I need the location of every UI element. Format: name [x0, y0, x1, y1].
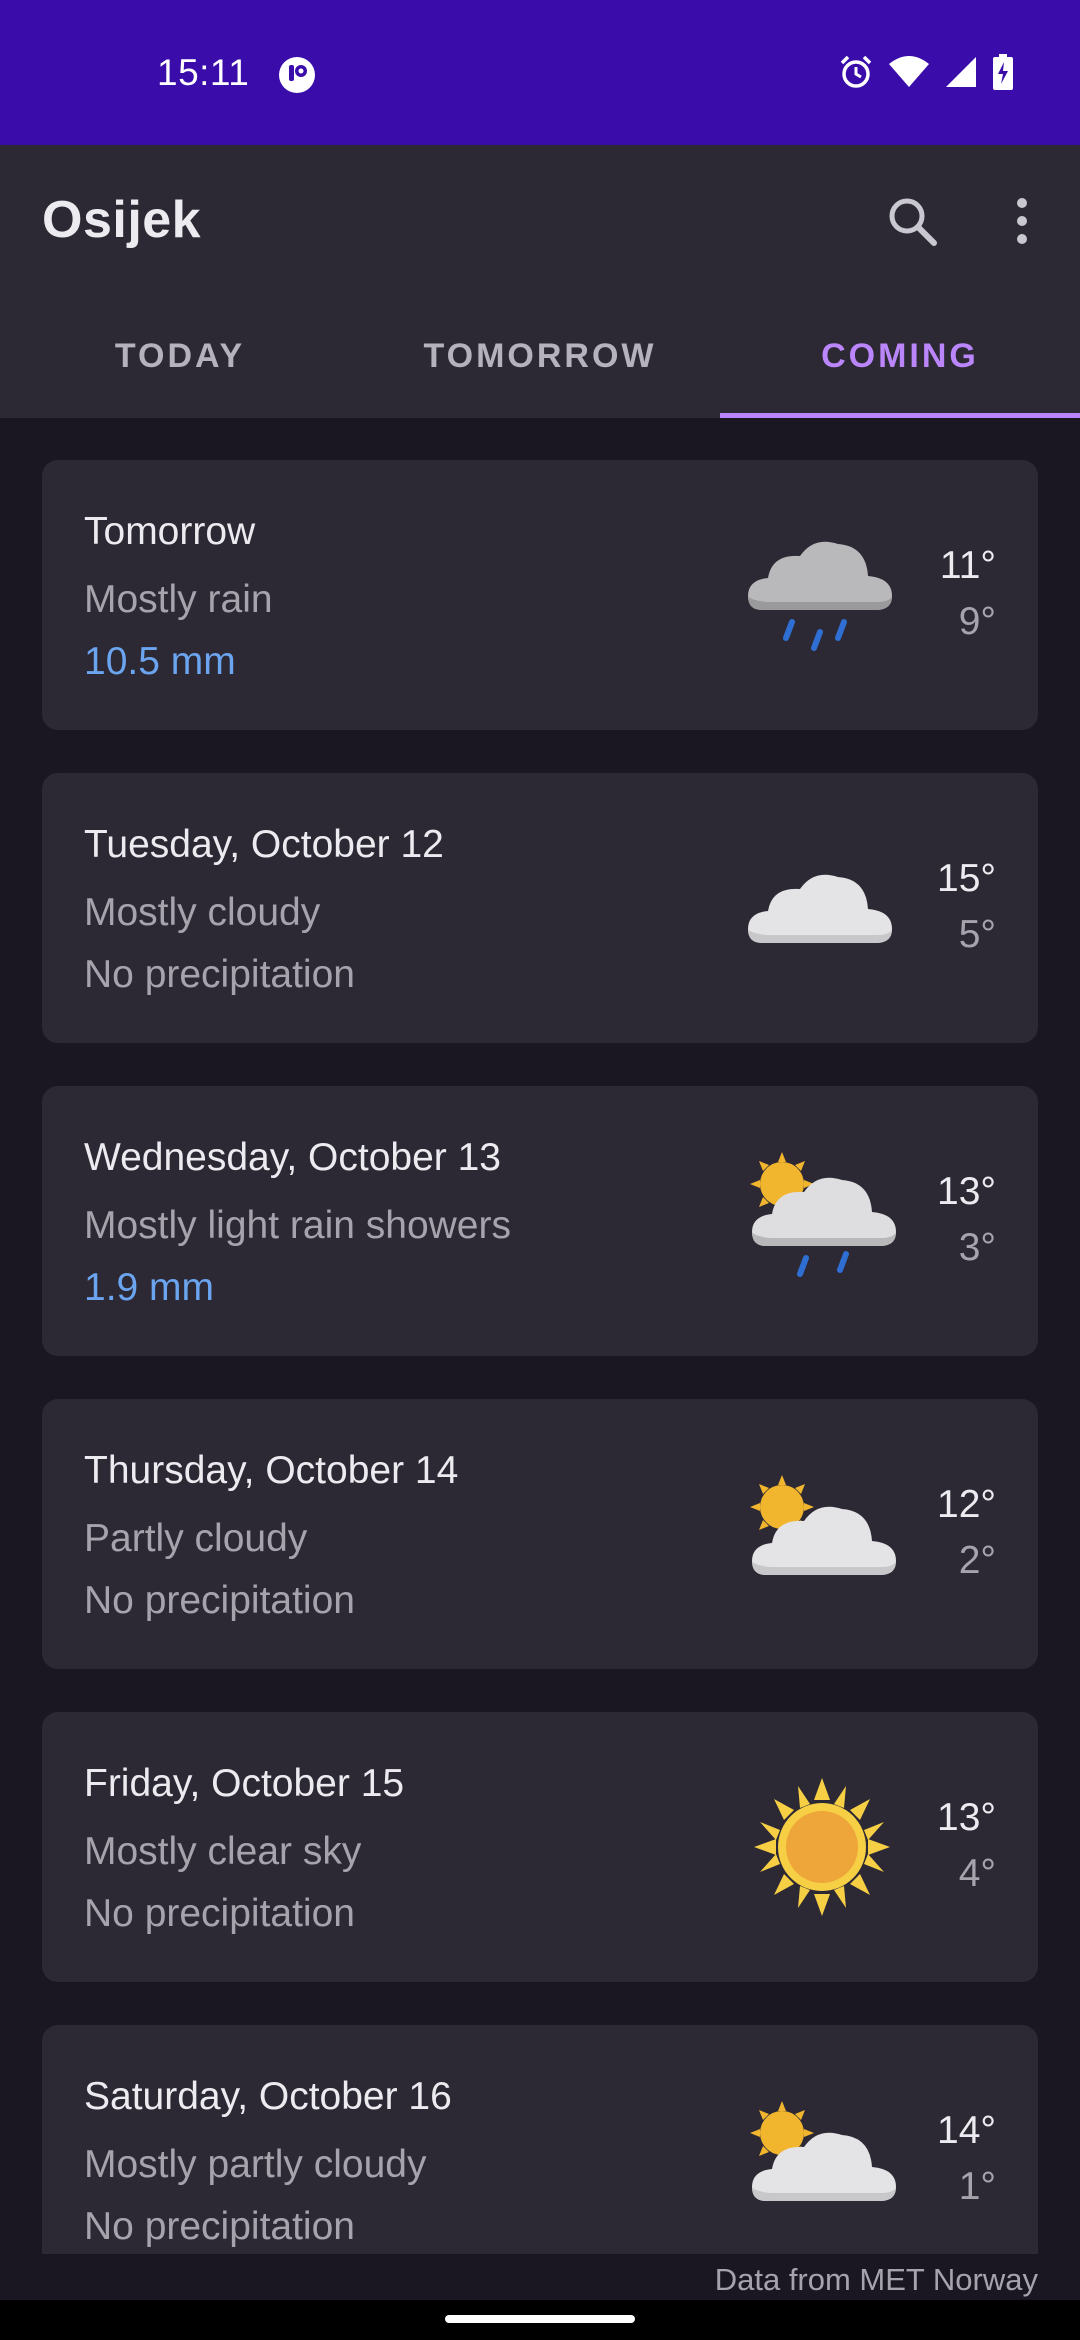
temp-low: 3° — [958, 1226, 996, 1269]
rain-cloud-icon — [748, 541, 892, 651]
forecast-day: Friday, October 15 — [84, 1762, 405, 1805]
forecast-description: Mostly partly cloudy — [84, 2143, 427, 2186]
forecast-description: Mostly rain — [84, 578, 273, 621]
forecast-day: Thursday, October 14 — [84, 1449, 459, 1492]
temp-low: 4° — [958, 1852, 996, 1895]
forecast-card[interactable]: Wednesday, October 13 Mostly light rain … — [42, 1086, 1038, 1356]
home-gesture-handle[interactable] — [445, 2315, 635, 2323]
forecast-precipitation: No precipitation — [84, 2205, 355, 2248]
temp-low: 2° — [958, 1539, 996, 1582]
forecast-description: Mostly light rain showers — [84, 1204, 511, 1247]
temp-high: 13° — [937, 1170, 996, 1213]
sun-cloud-icon — [750, 1475, 896, 1575]
forecast-precipitation: No precipitation — [84, 1892, 355, 1935]
forecast-precipitation: 10.5 mm — [84, 640, 236, 683]
app-bar: Osijek TODAY TOMORROW COMING — [0, 145, 1080, 418]
cloud-icon — [748, 874, 892, 943]
sun-cloud-rain-icon — [750, 1152, 896, 1277]
forecast-description: Mostly cloudy — [84, 891, 321, 934]
forecast-card[interactable]: Tomorrow Mostly rain 10.5 mm 11° 9° — [42, 460, 1038, 730]
forecast-card[interactable]: Friday, October 15 Mostly clear sky No p… — [42, 1712, 1038, 1982]
tab-tomorrow[interactable]: TOMORROW — [360, 295, 720, 418]
temp-low: 5° — [958, 913, 996, 956]
city-title: Osijek — [42, 191, 202, 249]
forecast-day: Wednesday, October 13 — [84, 1136, 501, 1179]
tab-coming[interactable]: COMING — [720, 295, 1080, 418]
forecast-precipitation: No precipitation — [84, 953, 355, 996]
sun-cloud-icon — [750, 2101, 896, 2201]
forecast-precipitation: 1.9 mm — [84, 1266, 215, 1309]
temp-high: 15° — [937, 857, 996, 900]
forecast-precipitation: No precipitation — [84, 1579, 355, 1622]
forecast-card[interactable]: Thursday, October 14 Partly cloudy No pr… — [42, 1399, 1038, 1669]
forecast-day: Tuesday, October 12 — [84, 823, 444, 866]
app-root: 15:11 Osijek TODAY TOMORROW COMING Tomor… — [0, 0, 1080, 2340]
temp-high: 14° — [937, 2109, 996, 2152]
signal-icon — [946, 57, 976, 87]
tab-bar: TODAY TOMORROW COMING — [0, 295, 1080, 418]
status-bar: 15:11 — [0, 0, 1080, 145]
more-vert-icon[interactable] — [1000, 189, 1044, 253]
forecast-card[interactable]: Tuesday, October 12 Mostly cloudy No pre… — [42, 773, 1038, 1043]
temp-high: 11° — [939, 544, 996, 587]
forecast-description: Mostly clear sky — [84, 1830, 362, 1873]
alarm-icon — [840, 55, 872, 88]
temp-low: 9° — [958, 600, 996, 643]
forecast-description: Partly cloudy — [84, 1517, 308, 1560]
forecast-day: Tomorrow — [84, 510, 256, 553]
forecast-list[interactable]: Tomorrow Mostly rain 10.5 mm 11° 9° Tues… — [42, 460, 1038, 2254]
sun-icon — [754, 1778, 890, 1916]
tab-today[interactable]: TODAY — [0, 295, 360, 418]
status-time: 15:11 — [157, 52, 250, 93]
temp-high: 12° — [937, 1483, 996, 1526]
temp-low: 1° — [958, 2165, 996, 2208]
search-icon[interactable] — [880, 189, 944, 253]
app-notification-icon — [279, 57, 315, 93]
battery-charging-icon — [993, 54, 1013, 90]
temp-high: 13° — [937, 1796, 996, 1839]
forecast-day: Saturday, October 16 — [84, 2075, 452, 2118]
forecast-card[interactable]: Saturday, October 16 Mostly partly cloud… — [42, 2025, 1038, 2254]
data-attribution: Data from MET Norway — [714, 2262, 1038, 2297]
wifi-icon — [889, 56, 929, 87]
